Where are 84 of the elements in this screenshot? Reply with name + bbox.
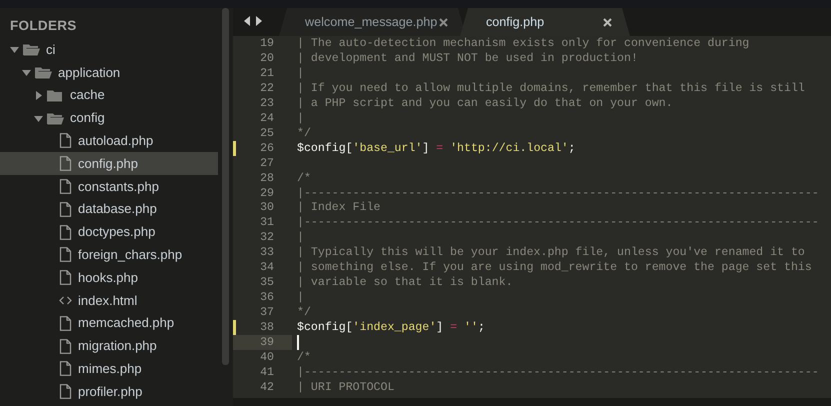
file-icon [59,361,72,376]
file-icon [59,224,72,240]
line-number: 41 [260,364,275,380]
line-number: 35 [260,275,275,290]
file-icon [59,202,72,217]
file-icon [59,338,72,354]
code-line: */ [296,126,311,141]
tree-item[interactable]: config.php [0,152,218,176]
code-line: | [296,290,304,306]
code-line: */ [296,305,311,320]
navigation-arrows-icon[interactable] [243,15,263,27]
tree-item[interactable]: ci [0,38,218,62]
tree-item[interactable]: mimes.php [0,357,218,380]
file-icon [59,384,72,400]
folder-icon [35,66,52,79]
line-number: 19 [260,36,275,51]
code-line: /* [296,170,311,186]
editor-tab[interactable]: config.php [460,8,630,36]
tree-item[interactable]: foreign_chars.php [0,243,218,266]
line-number: 42 [260,380,275,395]
scrollbar-thumb[interactable] [222,8,229,365]
line-number: 26 [260,140,275,156]
folder-icon [23,43,40,56]
code-line: | [296,230,304,246]
line-number: 36 [260,290,275,306]
file-icon [59,178,72,194]
text-cursor [297,335,299,350]
code-line: | something else. If you are using mod_rewrite to remove the page set this [296,260,812,276]
code-line: | Typically this will be your index.php file, unless you've renamed it to [296,245,805,260]
tree-item[interactable]: memcached.php [0,312,218,335]
line-number: 37 [260,305,275,320]
code-line: | The auto-detection mechanism exists only for convenience during [296,36,750,51]
sidebar-title: FOLDERS [9,17,78,35]
line-number: 33 [260,245,275,260]
close-icon[interactable] [603,18,612,26]
file-icon [59,316,72,331]
file-icon [59,270,72,286]
tree-item[interactable]: doctypes.php [0,220,218,244]
tree-item[interactable]: database.php [0,198,218,221]
tree-item[interactable]: application [0,61,218,84]
line-number: 20 [260,50,275,66]
code-line: | If you need to allow multiple domains, remember that this file is still [296,80,805,96]
tree-item[interactable]: migration.php [0,334,218,358]
code-line: /* [296,350,311,365]
line-number: 27 [260,156,275,171]
line-number: 31 [260,215,275,230]
line-number: 24 [260,110,275,126]
file-icon [59,247,72,262]
line-number: 30 [260,200,275,216]
line-number: 23 [260,96,275,111]
tree-item[interactable]: cache [0,84,218,107]
line-number: 29 [260,186,275,200]
folder-icon [47,112,64,125]
code-line: |-------------------------------------------------------------------------- [296,186,819,200]
tree-item[interactable]: index.html [0,289,218,312]
line-number: 34 [260,260,275,276]
line-number: 22 [260,80,275,96]
code-line: $config['base_url'] = 'http://ci.local'; [296,140,576,156]
line-number: 39 [260,335,275,350]
line-number: 40 [260,350,275,365]
code-line: | URI PROTOCOL [296,380,394,395]
close-icon[interactable] [439,18,448,26]
line-number: 28 [260,170,275,186]
line-number: 38 [260,320,275,336]
code-line: | variable so that it is blank. [296,275,513,290]
tree-item[interactable]: hooks.php [0,266,218,290]
line-number: 21 [260,66,275,81]
code-line: |-------------------------------------------------------------------------- [296,364,819,380]
code-line: | [296,66,304,81]
tree-item[interactable]: constants.php [0,175,218,198]
code-line: |-------------------------------------------------------------------------- [296,215,819,230]
code-line: | [296,110,304,126]
file-icon [59,156,72,172]
file-icon [59,133,72,148]
code-line: | a PHP script and you can easily do that on your own. [296,96,673,111]
code-line: $config['index_page'] = ''; [296,320,485,336]
tree-item[interactable]: config [0,106,218,130]
line-number: 32 [260,230,275,246]
tree-item[interactable]: autoload.php [0,129,218,152]
code-line: | development and MUST NOT be used in production! [296,50,638,66]
code-line: | Index File [296,200,380,216]
tree-item[interactable]: profiler.php [0,380,218,403]
line-number: 25 [260,126,275,141]
folder-icon [47,88,64,102]
